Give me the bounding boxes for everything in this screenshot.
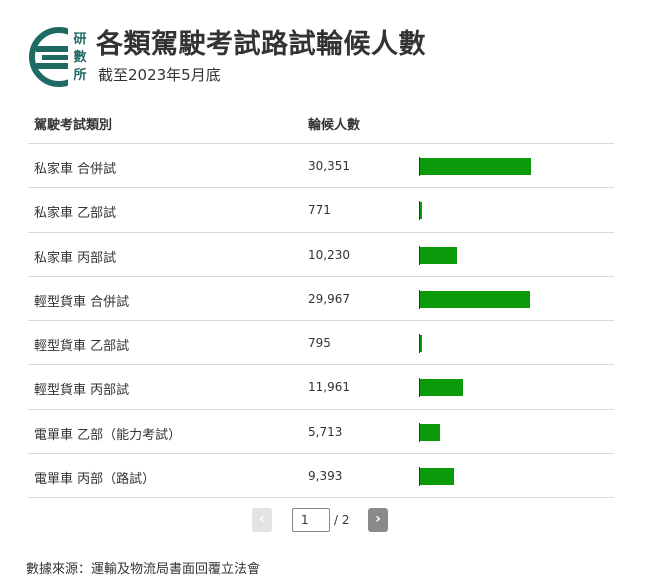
bar <box>419 423 441 441</box>
bar-axis <box>419 334 420 354</box>
bar-axis <box>419 245 420 265</box>
bar-cell <box>419 467 609 487</box>
data-source: 數據來源：運輸及物流局書面回覆立法會 <box>26 562 261 577</box>
column-header-type[interactable]: 駕駛考試類別 <box>34 114 112 133</box>
svg-text:數: 數 <box>73 49 86 65</box>
table-row: 輕型貨車 合併試 29,967 <box>28 277 614 322</box>
row-value: 11,961 <box>308 380 350 395</box>
bar-cell <box>419 378 609 398</box>
row-value: 5,713 <box>308 424 343 439</box>
row-value: 10,230 <box>308 247 350 262</box>
row-value: 29,967 <box>308 291 350 306</box>
header: 研 數 所 各類駕駛考試路試輪候人數 截至2023年5月底 <box>28 22 628 88</box>
row-category: 私家車 丙部試 <box>34 250 117 266</box>
bar-cell <box>419 422 609 442</box>
table-row: 私家車 丙部試 10,230 <box>28 233 614 277</box>
row-category: 輕型貨車 丙部試 <box>34 383 130 399</box>
row-category: 私家車 乙部試 <box>34 206 117 222</box>
bar-axis <box>419 157 420 176</box>
bar-axis <box>419 422 420 442</box>
page-number-input[interactable] <box>292 508 330 532</box>
bar-axis <box>419 467 420 487</box>
bar <box>419 246 457 264</box>
row-category: 電單車 丙部（路試） <box>34 472 156 488</box>
svg-text:所: 所 <box>73 67 86 83</box>
data-table: 駕駛考試類別 輪候人數 私家車 合併試 30,351 私家車 乙部試 771 私家車 丙… <box>28 100 614 499</box>
table-header: 駕駛考試類別 輪候人數 <box>28 100 614 144</box>
bar-cell <box>419 289 609 309</box>
table-row: 電單車 乙部（能力考試） 5,713 <box>28 410 614 455</box>
page-subtitle: 截至2023年5月底 <box>98 66 221 84</box>
bar <box>419 158 531 175</box>
table-row: 輕型貨車 丙部試 11,961 <box>28 365 614 410</box>
page-title: 各類駕駛考試路試輪候人數 <box>96 29 426 60</box>
bar-axis <box>419 378 420 398</box>
table-row: 私家車 乙部試 771 <box>28 188 614 233</box>
row-value: 795 <box>308 336 331 351</box>
table-row: 輕型貨車 乙部試 795 <box>28 321 614 366</box>
row-category: 私家車 合併試 <box>34 162 117 177</box>
row-value: 771 <box>308 203 331 218</box>
bar-axis <box>419 289 420 309</box>
bar-cell <box>419 201 609 221</box>
table-body: 私家車 合併試 30,351 私家車 乙部試 771 私家車 丙部試 10,230 輕型貨車… <box>28 144 614 499</box>
bar <box>419 379 464 397</box>
row-category: 輕型貨車 合併試 <box>34 294 130 310</box>
bar-cell <box>419 334 609 354</box>
row-value: 30,351 <box>308 159 350 173</box>
bar-cell <box>419 245 609 265</box>
table-row: 電單車 丙部（路試） 9,393 <box>28 454 614 499</box>
row-category: 輕型貨車 乙部試 <box>34 339 130 355</box>
column-header-count[interactable]: 輪候人數 <box>308 114 360 133</box>
bar <box>419 468 454 486</box>
svg-text:研: 研 <box>73 32 86 47</box>
page-total: / 2 <box>334 513 350 527</box>
logo-icon: 研 數 所 <box>29 27 92 87</box>
next-page-button[interactable]: › <box>368 508 388 532</box>
bar-axis <box>419 201 420 221</box>
row-value: 9,393 <box>308 469 343 484</box>
table-row: 私家車 合併試 30,351 <box>28 144 614 189</box>
row-category: 電單車 乙部（能力考試） <box>34 427 182 443</box>
prev-page-button[interactable]: ‹ <box>252 508 272 532</box>
bar <box>419 290 530 308</box>
pagination: ‹ / 2 › <box>0 508 646 534</box>
bar-cell <box>419 157 609 176</box>
